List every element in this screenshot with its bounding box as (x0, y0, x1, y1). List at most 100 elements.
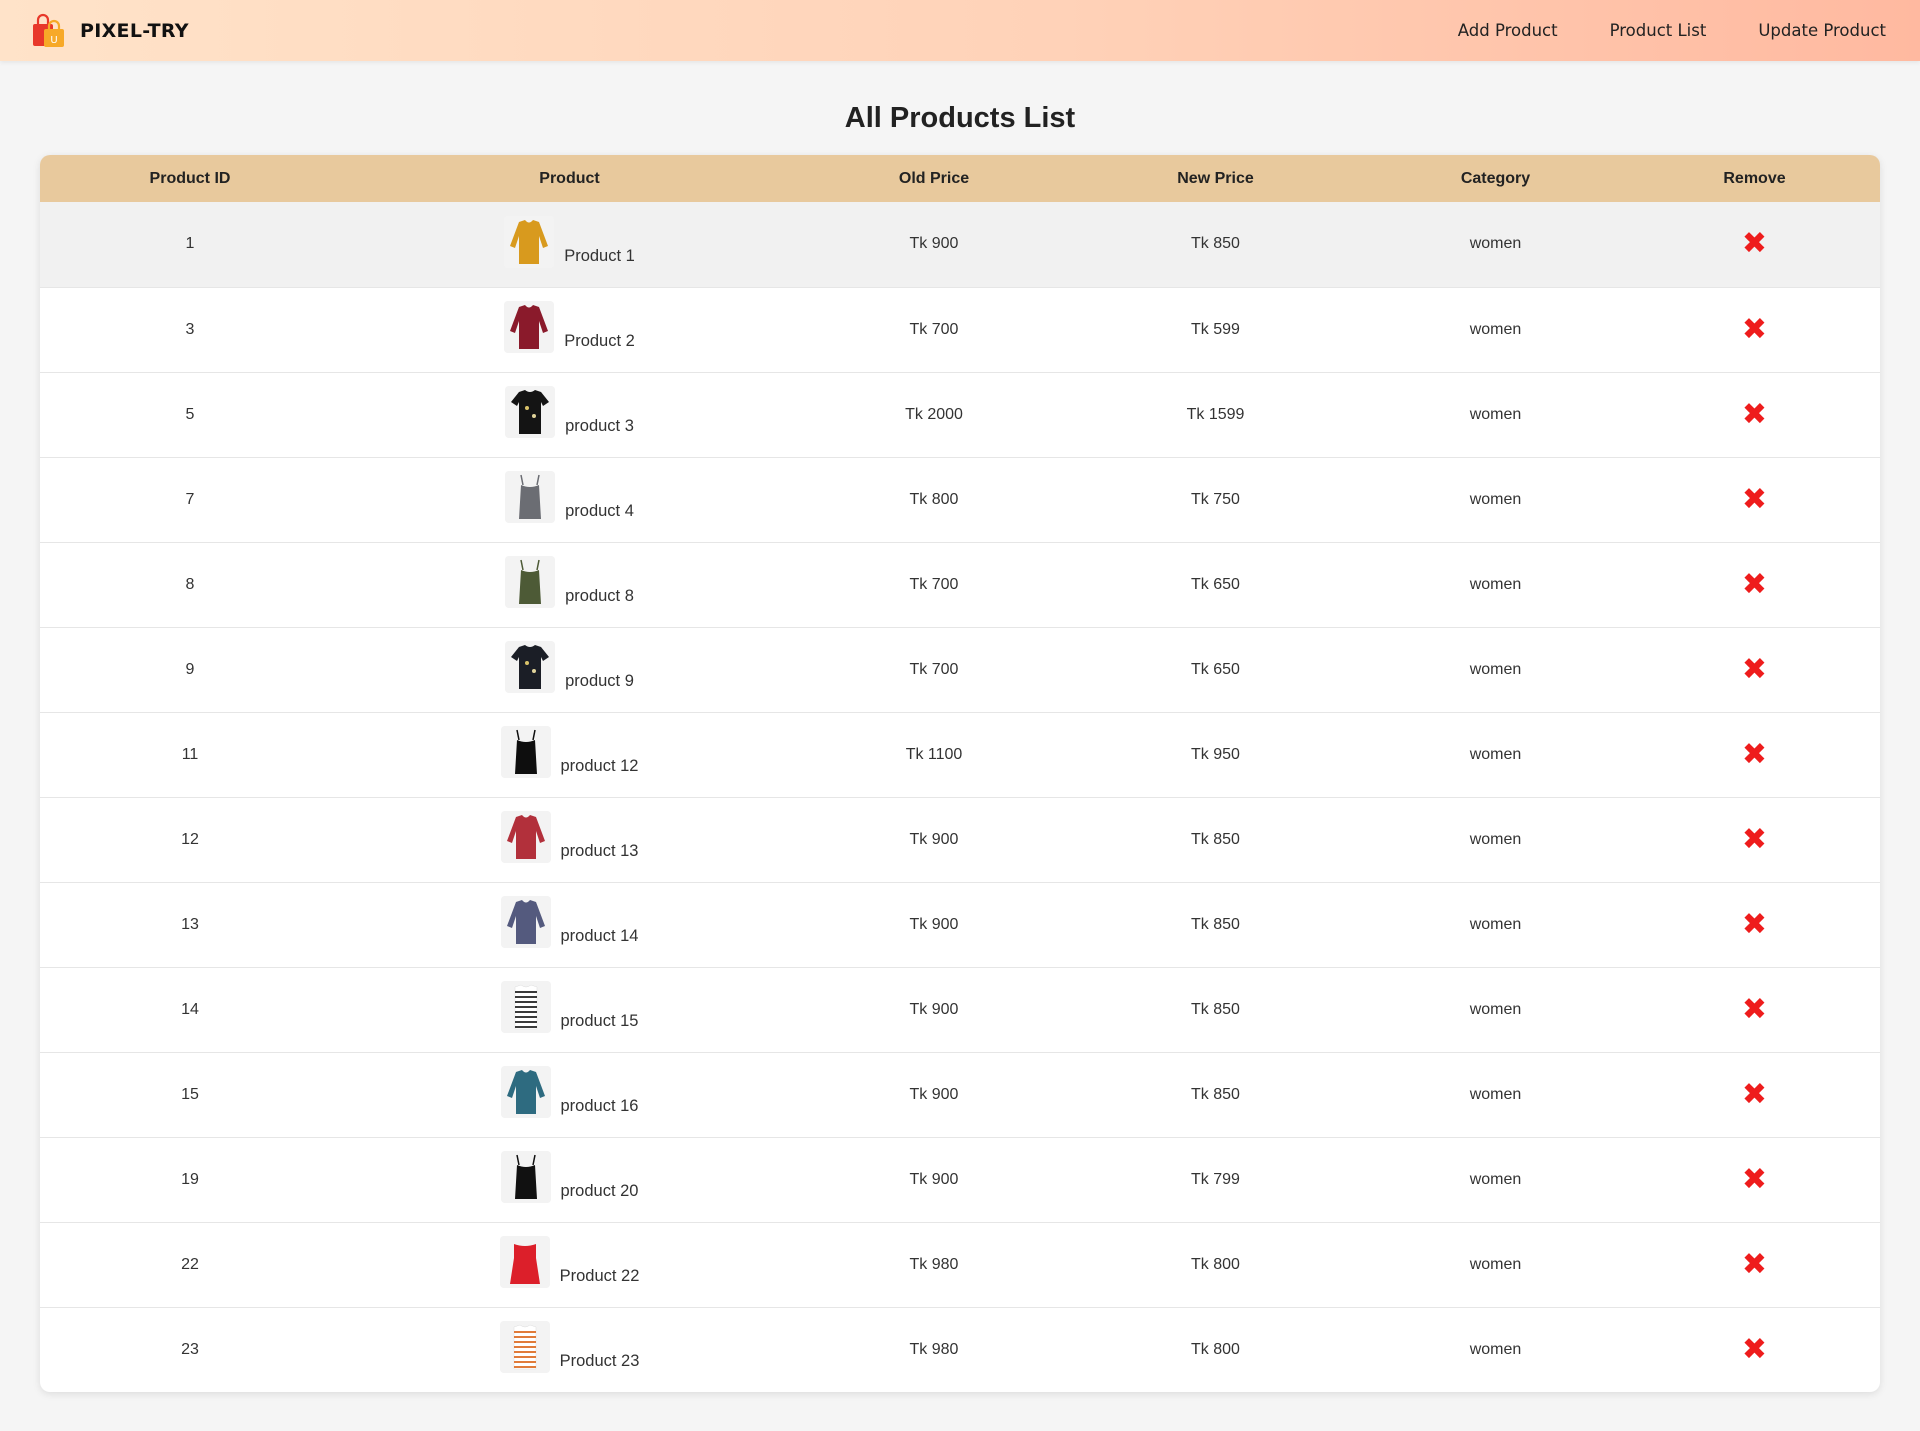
product-cell: product 9 (340, 627, 799, 712)
category-cell: women (1469, 405, 1522, 423)
remove-icon[interactable]: ✖ (1742, 312, 1767, 347)
product-cell: Product 1 (340, 202, 799, 287)
table-header-row: Product ID Product Old Price New Price C… (40, 155, 1880, 202)
product-info: product 8 (505, 556, 634, 608)
table-row: 7 product 4 Tk 800 Tk 750 women ✖ (40, 457, 1880, 542)
product-name: Product 22 (559, 1267, 640, 1285)
old-price-cell: Tk 900 (909, 1085, 959, 1103)
table-body: 1 Product 1 Tk 900 Tk 850 women ✖ 3 Prod… (40, 202, 1880, 1392)
remove-icon[interactable]: ✖ (1742, 397, 1767, 432)
remove-cell: ✖ (1629, 712, 1880, 797)
product-name: Product 23 (559, 1352, 640, 1371)
product-id-cell: 3 (185, 320, 195, 338)
remove-cell: ✖ (1629, 967, 1880, 1052)
old-price-cell: Tk 900 (909, 1000, 959, 1018)
remove-icon[interactable]: ✖ (1742, 737, 1767, 772)
table-row: 8 product 8 Tk 700 Tk 650 women ✖ (40, 542, 1880, 627)
table-row: 12 product 13 Tk 900 Tk 850 women ✖ (40, 797, 1880, 882)
remove-cell: ✖ (1629, 797, 1880, 882)
product-info: product 12 (500, 726, 638, 778)
new-price-cell: Tk 800 (1191, 1255, 1240, 1273)
product-cell: Product 2 (340, 287, 799, 372)
old-price-cell: Tk 980 (909, 1340, 959, 1358)
new-price-cell: Tk 799 (1191, 1170, 1240, 1188)
new-price-cell: Tk 800 (1191, 1340, 1240, 1358)
product-info: product 3 (505, 386, 634, 438)
product-id-cell: 8 (185, 575, 195, 593)
product-id-cell: 22 (181, 1255, 199, 1273)
remove-cell: ✖ (1629, 882, 1880, 967)
remove-icon[interactable]: ✖ (1742, 1162, 1767, 1197)
product-thumbnail (504, 215, 555, 268)
new-price-cell: Tk 850 (1191, 1085, 1240, 1103)
remove-icon[interactable]: ✖ (1742, 992, 1767, 1027)
product-cell: Product 22 (340, 1222, 799, 1307)
product-thumbnail (499, 1321, 550, 1374)
product-info: product 20 (500, 1151, 638, 1203)
category-cell: women (1469, 1170, 1522, 1188)
product-thumbnail (505, 471, 556, 523)
remove-cell: ✖ (1629, 542, 1880, 627)
product-thumbnail (500, 811, 551, 863)
old-price-cell: Tk 700 (909, 575, 959, 593)
product-id-cell: 14 (181, 1000, 199, 1018)
product-cell: product 4 (340, 457, 799, 542)
product-thumbnail (500, 896, 551, 948)
product-cell: product 3 (340, 372, 799, 457)
brand[interactable]: U PIXEL-TRY (30, 12, 189, 50)
product-cell: product 14 (340, 882, 799, 967)
remove-icon[interactable]: ✖ (1742, 1332, 1767, 1367)
remove-cell: ✖ (1629, 1137, 1880, 1222)
column-header-product: Product (539, 169, 600, 187)
product-id-cell: 1 (185, 235, 195, 253)
remove-icon[interactable]: ✖ (1742, 822, 1767, 857)
remove-icon[interactable]: ✖ (1742, 567, 1767, 602)
remove-cell: ✖ (1629, 457, 1880, 542)
product-cell: Product 23 (340, 1307, 799, 1392)
old-price-cell: Tk 900 (909, 830, 959, 848)
column-header-old-price: Old Price (898, 169, 970, 187)
remove-cell: ✖ (1629, 1052, 1880, 1137)
category-cell: women (1469, 320, 1522, 338)
nav-product-list[interactable]: Product List (1610, 21, 1707, 40)
table-row: 13 product 14 Tk 900 Tk 850 women ✖ (40, 882, 1880, 967)
remove-icon[interactable]: ✖ (1742, 482, 1767, 517)
nav-links: Add Product Product List Update Product (1458, 21, 1886, 40)
category-cell: women (1469, 1340, 1522, 1358)
product-name: product 3 (565, 417, 634, 435)
page-title: All Products List (844, 102, 1076, 134)
product-info: product 16 (500, 1066, 638, 1118)
remove-icon[interactable]: ✖ (1742, 907, 1767, 942)
category-cell: women (1469, 1085, 1522, 1103)
product-id-cell: 11 (181, 745, 199, 763)
product-thumbnail (505, 641, 556, 693)
product-cell: product 12 (340, 712, 799, 797)
remove-icon[interactable]: ✖ (1742, 652, 1767, 687)
product-id-cell: 15 (181, 1085, 199, 1103)
product-name: product 8 (565, 587, 634, 605)
old-price-cell: Tk 800 (909, 490, 959, 508)
navbar: U PIXEL-TRY Add Product Product List Upd… (0, 0, 1920, 61)
product-cell: product 15 (340, 967, 799, 1052)
product-info: Product 1 (504, 215, 635, 268)
remove-icon[interactable]: ✖ (1742, 226, 1767, 261)
nav-update-product[interactable]: Update Product (1758, 21, 1886, 40)
product-id-cell: 9 (185, 660, 195, 678)
product-name: Product 1 (564, 246, 635, 265)
remove-icon[interactable]: ✖ (1742, 1247, 1767, 1282)
category-cell: women (1469, 745, 1522, 763)
nav-add-product[interactable]: Add Product (1458, 21, 1558, 40)
column-header-new-price: New Price (1177, 169, 1254, 187)
new-price-cell: Tk 850 (1191, 830, 1240, 848)
remove-cell: ✖ (1629, 202, 1880, 287)
remove-icon[interactable]: ✖ (1742, 1077, 1767, 1112)
product-thumbnail (500, 981, 551, 1033)
products-table-container: Product ID Product Old Price New Price C… (40, 155, 1880, 1392)
product-id-cell: 19 (181, 1170, 199, 1188)
product-info: product 15 (500, 981, 638, 1033)
table-row: 15 product 16 Tk 900 Tk 850 women ✖ (40, 1052, 1880, 1137)
shopping-bag-logo-icon: U (33, 13, 64, 47)
table-row: 5 product 3 Tk 2000 Tk 1599 women ✖ (40, 372, 1880, 457)
category-cell: women (1469, 490, 1522, 508)
product-thumbnail (505, 386, 556, 438)
